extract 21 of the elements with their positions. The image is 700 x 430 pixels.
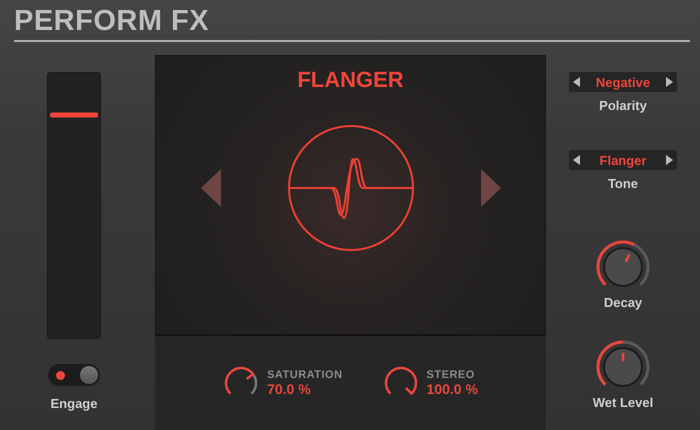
left-arrow-icon[interactable]: [573, 77, 580, 87]
selector-label: Polarity: [599, 98, 647, 113]
waveform-icon: [286, 123, 416, 253]
value-selector[interactable]: Negative: [569, 72, 677, 92]
selector-label: Tone: [608, 176, 638, 191]
left-arrow-icon[interactable]: [573, 155, 580, 165]
fader-track[interactable]: [47, 72, 101, 339]
knob-label: Wet Level: [592, 395, 654, 410]
right-arrow-icon[interactable]: [666, 77, 673, 87]
parameter-value: 70.0 %: [267, 381, 312, 397]
parameter-label: STEREO: [426, 369, 476, 381]
knob-label: Decay: [604, 295, 642, 310]
parameter-value: 100.0 %: [426, 381, 478, 397]
effect-name: FLANGER: [297, 67, 404, 93]
panel-title: PERFORM FX: [14, 4, 210, 38]
engage-toggle[interactable]: [48, 364, 100, 386]
fader-handle[interactable]: [50, 112, 98, 118]
parameter-label: SATURATION: [267, 369, 343, 381]
value-selector[interactable]: Flanger: [569, 150, 677, 170]
right-arrow-icon[interactable]: [666, 155, 673, 165]
engage-label: Engage: [50, 396, 98, 411]
